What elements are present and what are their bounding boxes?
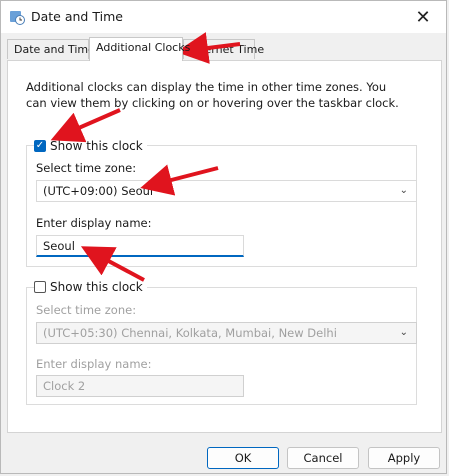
clock1-show-label: Show this clock [50,139,143,153]
clock1-timezone-label: Select time zone: [36,161,137,175]
tab-internet-time[interactable]: Internet Time [183,39,264,59]
clock-app-icon [10,11,25,25]
clock2-timezone-select[interactable]: (UTC+05:30) Chennai, Kolkata, Mumbai, Ne… [36,322,417,344]
tab-date-and-time[interactable]: Date and Time [7,39,95,59]
additional-clocks-panel: Additional clocks can display the time i… [7,60,442,433]
close-button[interactable]: ✕ [400,1,446,33]
clock2-show-checkbox-row[interactable]: Show this clock [34,280,147,294]
tab-additional-clocks[interactable]: Additional Clocks [89,37,190,61]
clock2-timezone-value: (UTC+05:30) Chennai, Kolkata, Mumbai, Ne… [43,326,337,340]
clock2-show-label: Show this clock [50,280,143,294]
date-time-dialog: Date and Time ✕ Date and Time Additional… [0,0,447,474]
clock1-name-label: Enter display name: [36,216,152,230]
clock2-timezone-label: Select time zone: [36,303,137,317]
clock2-show-checkbox[interactable] [34,281,46,293]
chevron-down-icon: ⌄ [399,185,408,196]
clock1-timezone-value: (UTC+09:00) Seoul [43,184,154,198]
close-icon: ✕ [415,6,431,28]
clock2-display-name-input[interactable]: Clock 2 [36,375,244,397]
cancel-button[interactable]: Cancel [287,447,359,469]
clock1-display-name-input[interactable]: Seoul [36,235,244,257]
description-text: Additional clocks can display the time i… [26,80,399,110]
window-title: Date and Time [31,9,123,24]
clock1-timezone-select[interactable]: (UTC+09:00) Seoul ⌄ [36,180,417,202]
apply-button[interactable]: Apply [368,447,440,469]
chevron-down-icon: ⌄ [399,327,408,338]
clock1-show-checkbox[interactable]: ✓ [34,140,46,152]
title-bar: Date and Time ✕ [1,1,446,33]
clock2-name-label: Enter display name: [36,357,152,371]
ok-button[interactable]: OK [207,447,279,469]
clock1-show-checkbox-row[interactable]: ✓ Show this clock [34,139,147,153]
